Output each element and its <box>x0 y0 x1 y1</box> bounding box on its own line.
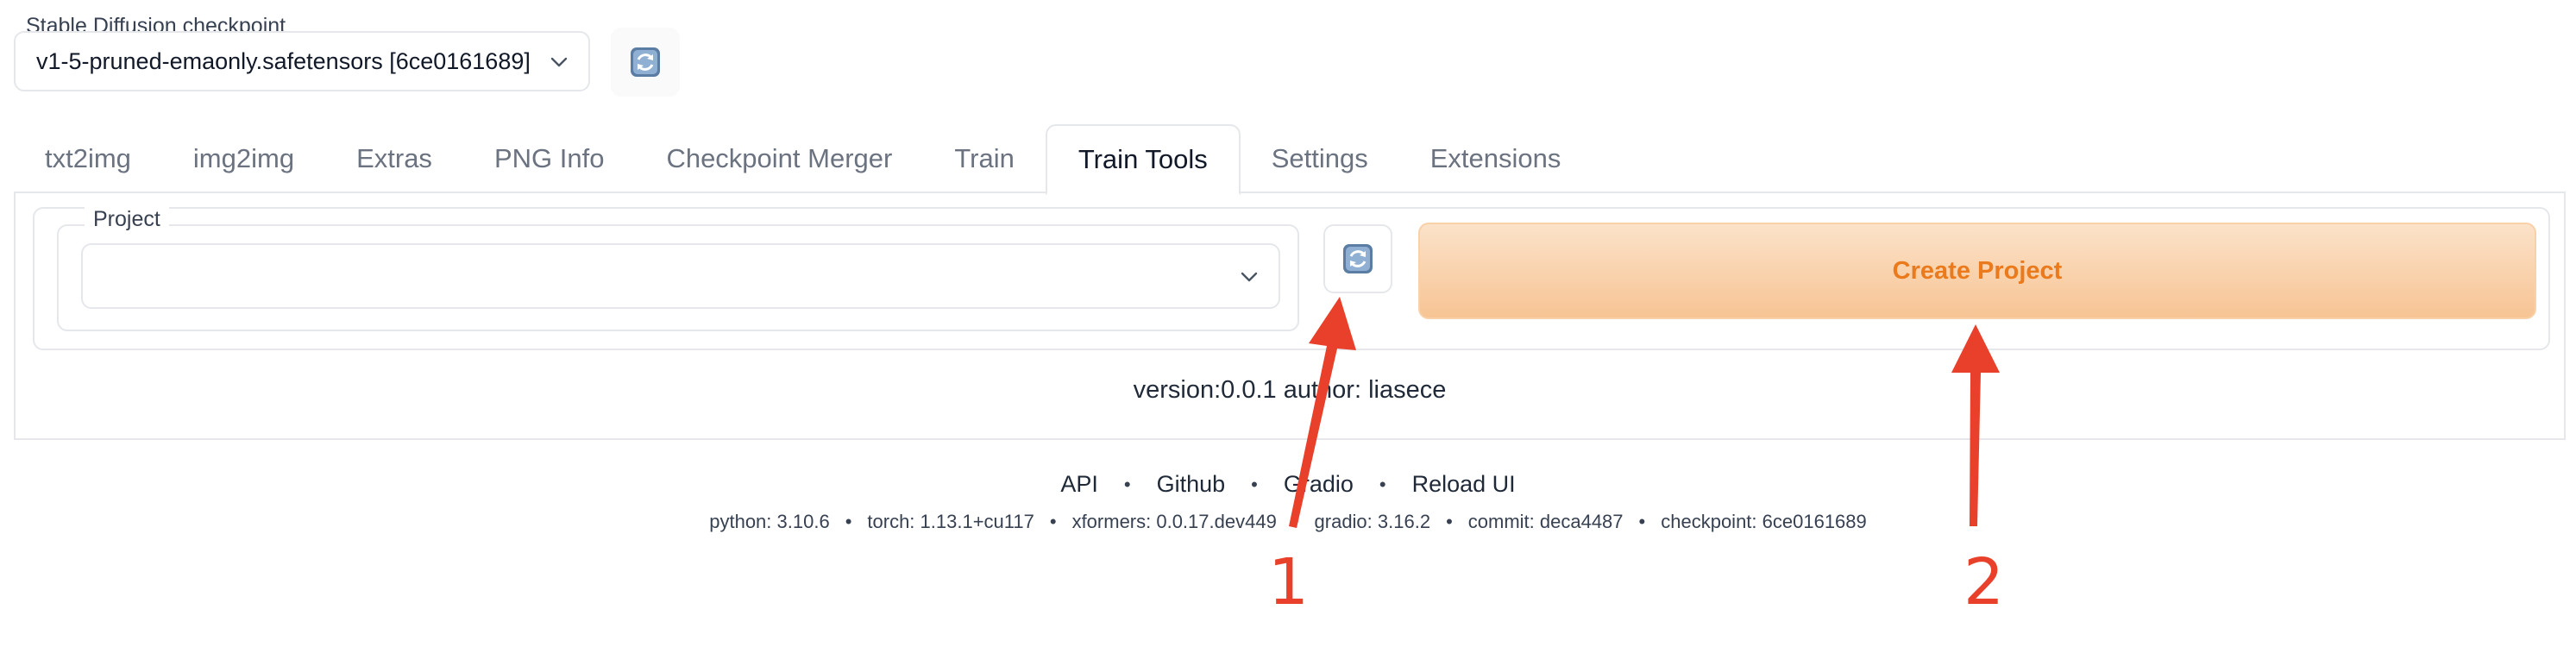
checkpoint-value: v1-5-pruned-emaonly.safetensors [6ce0161… <box>36 47 531 74</box>
meta-commit: commit: deca4487 <box>1467 511 1624 532</box>
tab-txt2img[interactable]: txt2img <box>14 124 162 193</box>
project-label: Project <box>85 207 169 232</box>
project-group: Project <box>57 207 1299 331</box>
tab-png-info[interactable]: PNG Info <box>463 124 636 193</box>
tab-train-tools[interactable]: Train Tools <box>1045 124 1241 195</box>
footer-link-gradio[interactable]: Gradio <box>1284 471 1354 498</box>
meta-xformers: xformers: 0.0.17.dev449 <box>1071 511 1277 532</box>
footer-link-reload-ui[interactable]: Reload UI <box>1412 471 1516 498</box>
footer-separator: • <box>1251 473 1258 495</box>
meta-gradio: gradio: 3.16.2 <box>1314 511 1431 532</box>
footer-meta: python: 3.10.6 • torch: 1.13.1+cu117 • x… <box>0 511 2576 533</box>
footer-link-github[interactable]: Github <box>1157 471 1226 498</box>
project-dropdown[interactable] <box>81 243 1280 309</box>
tab-checkpoint-merger[interactable]: Checkpoint Merger <box>635 124 923 193</box>
tab-extensions[interactable]: Extensions <box>1399 124 1593 193</box>
footer-link-api[interactable]: API <box>1060 471 1098 498</box>
refresh-icon <box>631 47 660 77</box>
meta-python: python: 3.10.6 <box>709 511 830 532</box>
create-project-button[interactable]: Create Project <box>1418 223 2536 319</box>
checkpoint-refresh-button[interactable] <box>611 28 680 97</box>
footer-separator: • <box>1123 473 1131 495</box>
annotation-marker-2: 2 <box>1963 545 2005 619</box>
footer-separator: • <box>1049 511 1057 532</box>
meta-torch: torch: 1.13.1+cu117 <box>867 511 1034 532</box>
footer-separator: • <box>1446 511 1453 532</box>
tab-settings[interactable]: Settings <box>1241 124 1399 193</box>
footer-separator: • <box>1379 473 1386 495</box>
annotation-marker-1: 1 <box>1268 545 1310 619</box>
footer-separator: • <box>845 511 852 532</box>
tab-train[interactable]: Train <box>923 124 1045 193</box>
checkpoint-dropdown[interactable]: v1-5-pruned-emaonly.safetensors [6ce0161… <box>14 31 590 91</box>
chevron-down-icon <box>1241 272 1258 282</box>
footer-separator: • <box>1291 511 1299 532</box>
tab-extras[interactable]: Extras <box>325 124 463 193</box>
tab-img2img[interactable]: img2img <box>162 124 325 193</box>
project-row: Project Create Project <box>33 207 2550 350</box>
footer-separator: • <box>1638 511 1646 532</box>
meta-checkpoint: checkpoint: 6ce0161689 <box>1661 511 1867 532</box>
train-tools-panel: Project Create Project version:0.0.1 aut… <box>14 192 2566 440</box>
tab-bar: txt2img img2img Extras PNG Info Checkpoi… <box>14 124 1593 195</box>
footer-links: API • Github • Gradio • Reload UI <box>0 471 2576 498</box>
refresh-icon <box>1343 244 1373 273</box>
chevron-down-icon <box>550 57 568 67</box>
project-refresh-button[interactable] <box>1323 224 1392 293</box>
version-text: version:0.0.1 author: liasece <box>1133 376 1447 404</box>
